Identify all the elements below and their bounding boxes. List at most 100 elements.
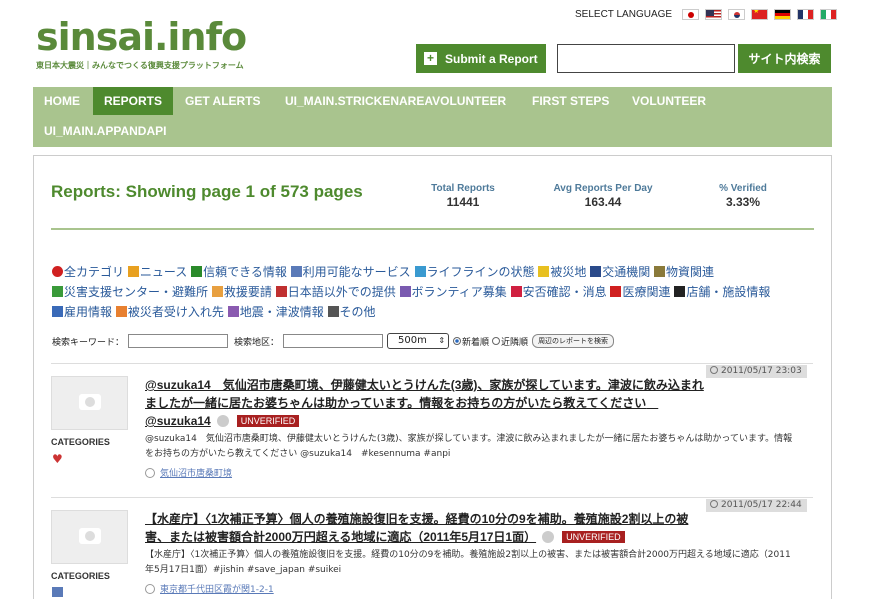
nav-reports[interactable]: REPORTS	[93, 87, 174, 115]
site-search-button[interactable]: サイト内検索	[738, 44, 831, 73]
submit-report-label: Submit a Report	[445, 51, 538, 66]
nav-first-steps[interactable]: FIRST STEPS	[521, 87, 620, 115]
category-filter-item[interactable]: 交通機関	[590, 265, 650, 279]
category-filter-item[interactable]: 被災者受け入れ先	[115, 305, 224, 319]
category-label: 地震・津波情報	[239, 305, 324, 319]
flag-china-icon[interactable]	[751, 9, 769, 20]
stat-avg-reports: Avg Reports Per Day 163.44	[553, 183, 653, 209]
flag-korea-icon[interactable]	[728, 9, 746, 20]
category-icon	[52, 266, 63, 277]
category-filter-item[interactable]: ライフラインの状態	[414, 265, 535, 279]
nav-home[interactable]: HOME	[33, 87, 91, 115]
categories-label: CATEGORIES	[51, 571, 110, 581]
category-icon	[115, 306, 127, 317]
category-icon	[52, 286, 63, 297]
category-icon	[191, 266, 203, 277]
flag-france-icon[interactable]	[797, 9, 815, 20]
heart-icon[interactable]: ♥	[52, 453, 63, 465]
category-label: ライフラインの状態	[426, 265, 535, 279]
area-input[interactable]	[283, 334, 384, 348]
category-icon	[211, 286, 223, 297]
category-label: 日本語以外での提供	[287, 285, 396, 299]
report-thumbnail[interactable]	[51, 376, 128, 430]
divider	[51, 228, 814, 230]
category-filter-item[interactable]: 店舗・施設情報	[674, 285, 770, 299]
report-location[interactable]: 気仙沼市唐桑町境	[145, 466, 232, 479]
category-filter-list: 全カテゴリ ニュース 信頼できる情報 利用可能なサービス ライフラインの状態 被…	[52, 262, 812, 322]
category-icon	[674, 286, 686, 297]
category-label: 利用可能なサービス	[302, 265, 411, 279]
category-label: 雇用情報	[64, 305, 113, 319]
report-title[interactable]: @suzuka14 気仙沼市唐桑町境、伊藤健太いとうけんた(3歳)、家族が探して…	[145, 376, 705, 430]
reports-title: Reports: Showing page 1 of 573 pages	[51, 182, 363, 201]
category-icon	[538, 266, 550, 277]
search-filters: 検索キーワード： 検索地区： 500m ⇕ 新着順 近隣順 周辺のレポートを検索	[52, 333, 615, 349]
nav-stricken-area-volunteer[interactable]: UI_MAIN.STRICKENAREAVOLUNTEER	[274, 87, 517, 115]
report-separator	[51, 363, 813, 364]
area-label: 検索地区：	[234, 337, 280, 348]
search-nearby-button[interactable]: 周辺のレポートを検索	[532, 334, 615, 348]
category-filter-item[interactable]: ニュース	[127, 265, 188, 279]
flag-usa-icon[interactable]	[705, 9, 723, 20]
category-icon	[327, 306, 339, 317]
site-search-input[interactable]	[557, 44, 735, 73]
category-label: 店舗・施設情報	[686, 285, 771, 299]
category-filter-item[interactable]: 救援要請	[211, 285, 272, 299]
category-label: その他	[339, 305, 376, 319]
language-label: SELECT LANGUAGE	[575, 9, 673, 20]
category-filter-item[interactable]: 災害支援センター・避難所	[52, 285, 208, 299]
language-selector: SELECT LANGUAGE	[575, 9, 838, 20]
report-description: 【水産庁】〈1次補正予算〉個人の養殖施設復旧を支援。経費の10分の9を補助。養殖…	[145, 550, 791, 575]
category-filter-item[interactable]: ボランティア募集	[399, 285, 507, 299]
clock-icon	[710, 366, 718, 374]
sort-new-radio[interactable]	[453, 337, 462, 345]
nav-volunteer[interactable]: VOLUNTEER	[621, 87, 717, 115]
category-icon	[127, 266, 139, 277]
category-filter-item[interactable]: 全カテゴリ	[52, 265, 124, 279]
category-icon	[414, 266, 426, 277]
category-icon	[510, 286, 522, 297]
category-filter-item[interactable]: 利用可能なサービス	[290, 265, 411, 279]
flag-italy-icon[interactable]	[820, 9, 838, 20]
site-logo[interactable]: sinsai.info 東日本大震災｜みんなでつくる復興支援プラットフォーム	[36, 14, 247, 71]
category-filter-item[interactable]: 被災地	[538, 265, 586, 279]
category-filter-item[interactable]: 物資関連	[654, 265, 714, 279]
keyword-input[interactable]	[128, 334, 229, 348]
category-filter-item[interactable]: 安否確認・消息	[510, 285, 607, 299]
category-filter-item[interactable]: 地震・津波情報	[227, 305, 324, 319]
report-title[interactable]: 【水産庁】〈1次補正予算〉個人の養殖施設復旧を支援。経費の10分の9を補助。養殖…	[145, 510, 705, 546]
category-label: 安否確認・消息	[522, 285, 607, 299]
logo-text: sinsai.info	[36, 15, 247, 59]
category-label: 災害支援センター・避難所	[64, 285, 209, 299]
report-location[interactable]: 東京都千代田区霞が関1-2-1	[145, 582, 274, 595]
report-description: @suzuka14 気仙沼市唐桑町境、伊藤健太いとうけんた(3歳)、家族が探して…	[145, 434, 793, 459]
category-icon	[610, 286, 622, 297]
sort-near-radio[interactable]	[492, 337, 501, 345]
category-icon[interactable]	[52, 587, 63, 597]
category-icon	[290, 266, 302, 277]
flag-japan-icon[interactable]	[682, 9, 700, 20]
category-label: ニュース	[139, 265, 188, 279]
nav-app-and-api[interactable]: UI_MAIN.APPANDAPI	[33, 117, 177, 145]
report-date: 2011/05/17 22:44	[706, 499, 807, 512]
category-filter-item[interactable]: 日本語以外での提供	[275, 285, 396, 299]
category-label: 救援要請	[223, 285, 272, 299]
category-filter-item[interactable]: 信頼できる情報	[191, 265, 287, 279]
submit-report-button[interactable]: + Submit a Report	[416, 44, 546, 73]
camera-icon	[79, 394, 101, 410]
category-icon	[399, 286, 411, 297]
category-filter-item[interactable]: 医療関連	[610, 285, 671, 299]
category-icon	[590, 266, 602, 277]
category-icon	[654, 266, 666, 277]
location-pin-icon	[145, 583, 155, 594]
report-thumbnail[interactable]	[51, 510, 128, 564]
category-label: 被災者受け入れ先	[127, 305, 224, 319]
stat-verified: % Verified 3.33%	[719, 183, 767, 209]
report-date: 2011/05/17 23:03	[706, 365, 807, 378]
category-filter-item[interactable]: 雇用情報	[52, 305, 112, 319]
nav-get-alerts[interactable]: GET ALERTS	[174, 87, 272, 115]
distance-select[interactable]: 500m ⇕	[387, 333, 450, 349]
flag-germany-icon[interactable]	[774, 9, 792, 20]
category-filter-item[interactable]: その他	[327, 305, 376, 319]
report-separator	[51, 497, 813, 498]
